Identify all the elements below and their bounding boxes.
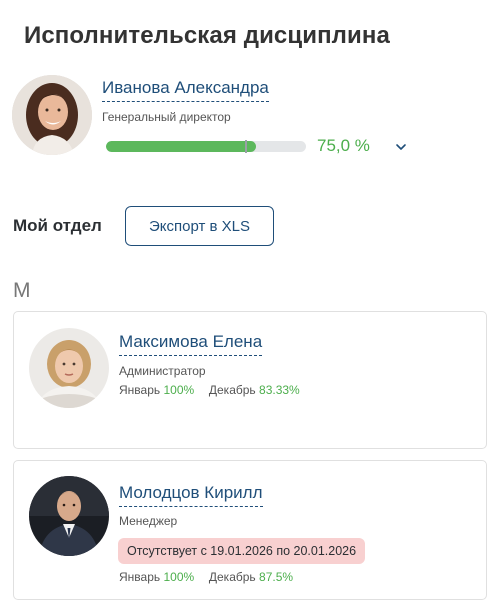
head-progress-bar — [106, 141, 306, 152]
group-letter: М — [13, 279, 31, 302]
stat-month-value: 100% — [163, 570, 195, 584]
stat-prev-month-value: 83.33% — [259, 383, 300, 397]
employee-stats: Январь 100% Декабрь 83.33% — [119, 383, 300, 397]
absence-badge: Отсутствует с 19.01.2026 по 20.01.2026 — [118, 538, 366, 564]
page-title: Исполнительская дисциплина — [24, 22, 390, 49]
stat-month-value: 100% — [163, 383, 195, 397]
head-progress-fill — [106, 141, 256, 152]
head-percent: 75,0 % — [317, 136, 370, 155]
employee-name[interactable]: Молодцов Кирилл — [119, 483, 263, 507]
stat-month-label: Январь — [119, 383, 161, 397]
employee-name[interactable]: Максимова Елена — [119, 332, 263, 356]
stat-prev-month-value: 87.5% — [259, 570, 294, 584]
photo-man-suit-icon — [29, 476, 109, 556]
photo-woman-brunette-icon — [12, 75, 92, 155]
stat-prev-month-label: Декабрь — [208, 383, 256, 397]
head-role: Генеральный директор — [102, 110, 231, 124]
employee-card: Максимова Елена Администратор Январь 100… — [13, 311, 487, 449]
employee-role: Администратор — [119, 364, 206, 378]
photo-woman-blonde-icon — [29, 328, 109, 408]
employee-avatar[interactable] — [29, 328, 109, 408]
head-name[interactable]: Иванова Александра — [102, 78, 269, 102]
export-xls-button[interactable]: Экспорт в XLS — [125, 206, 274, 246]
progress-marker — [245, 140, 247, 153]
employee-stats: Январь 100% Декабрь 87.5% — [119, 570, 293, 584]
chevron-down-icon[interactable] — [393, 139, 409, 155]
head-avatar[interactable] — [12, 75, 92, 155]
stat-prev-month-label: Декабрь — [208, 570, 256, 584]
employee-card: Молодцов Кирилл Менеджер Отсутствует с 1… — [13, 460, 487, 600]
employee-avatar[interactable] — [29, 476, 109, 556]
employee-role: Менеджер — [119, 514, 178, 528]
department-label: Мой отдел — [13, 216, 102, 235]
stat-month-label: Январь — [119, 570, 161, 584]
